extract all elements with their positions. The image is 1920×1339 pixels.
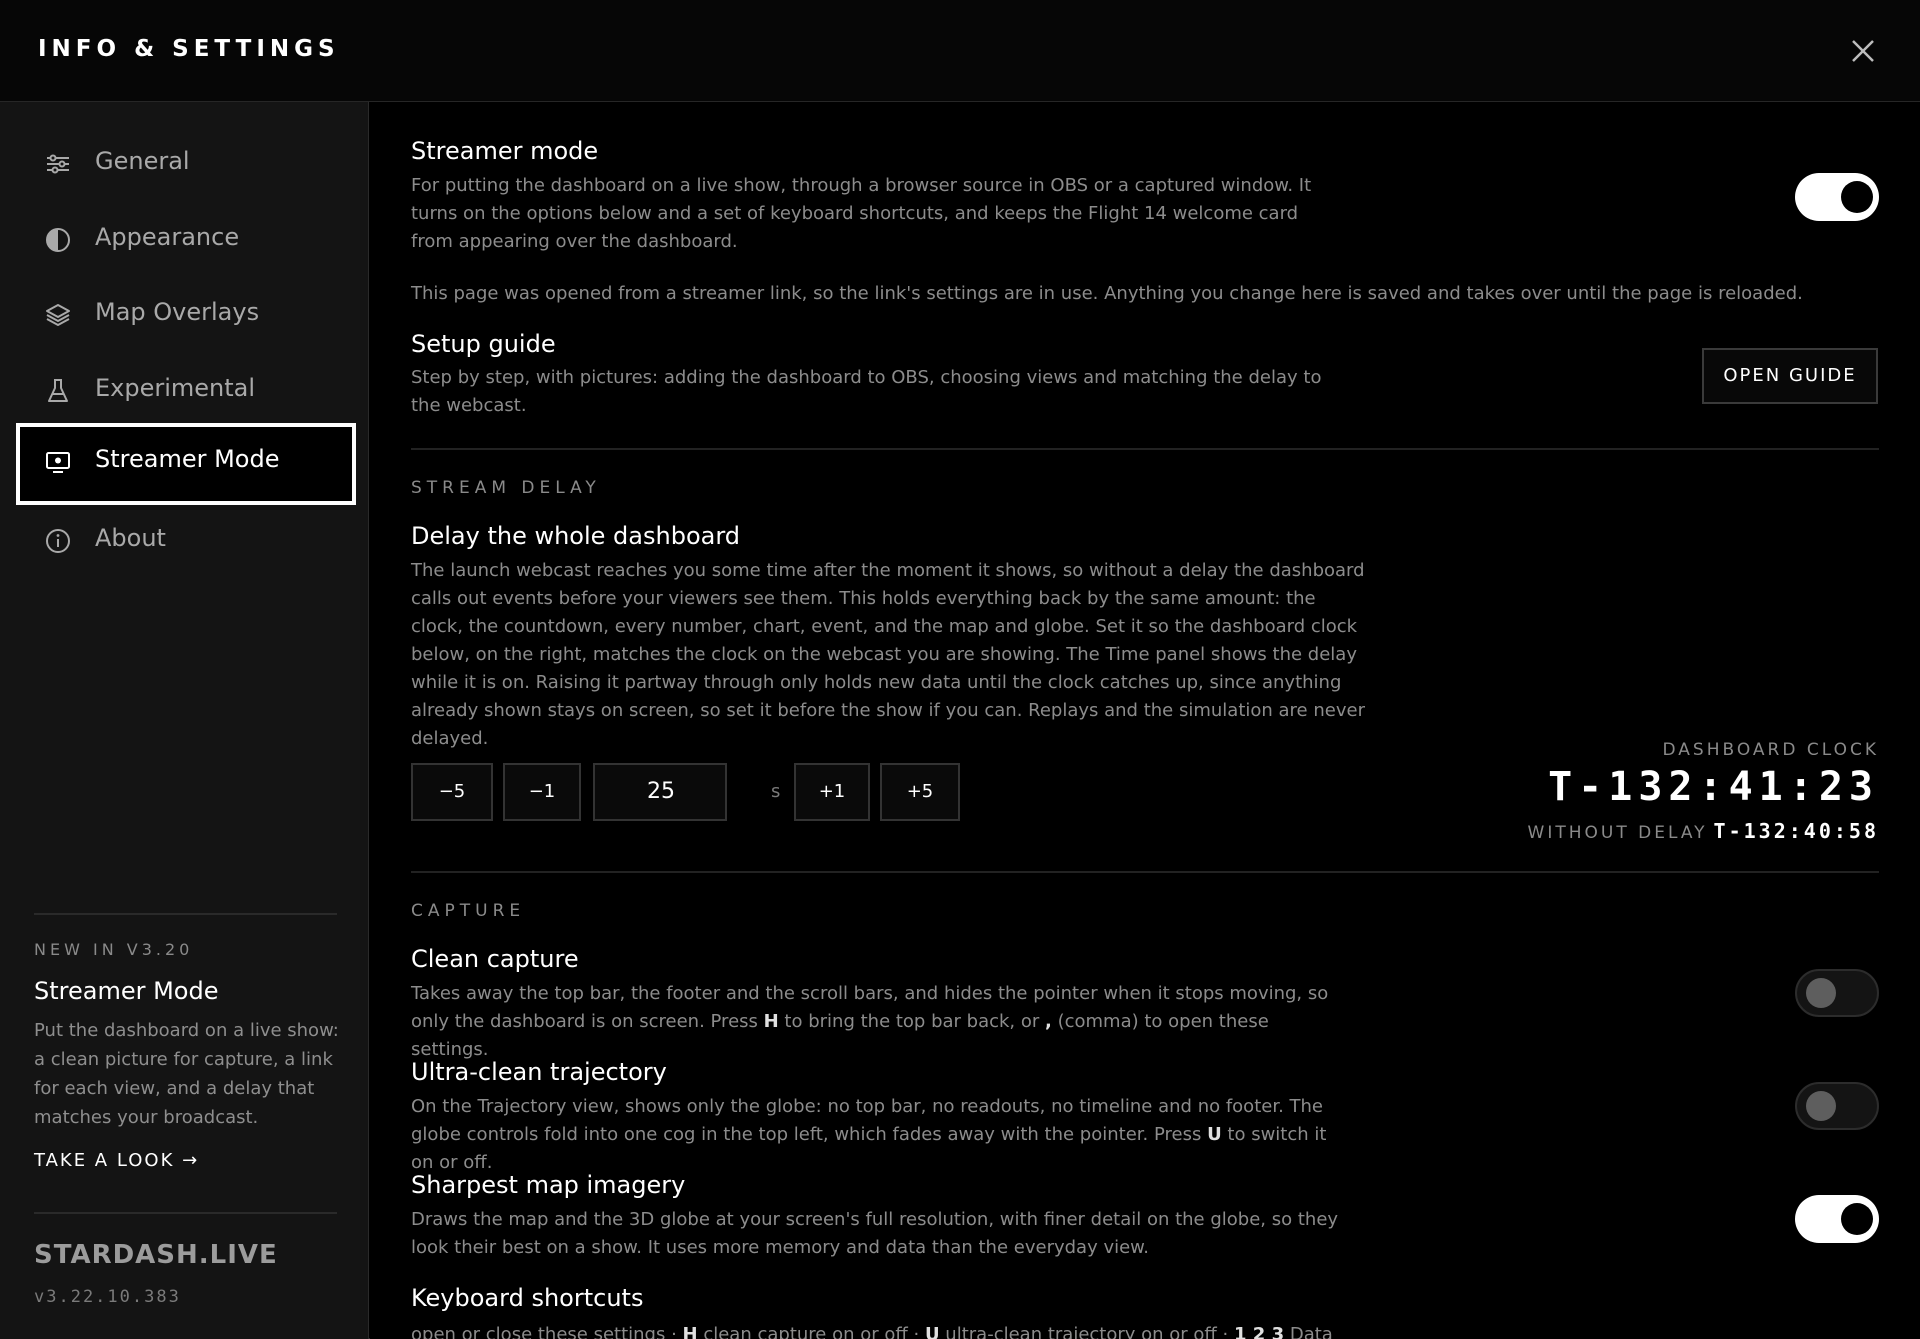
- sharpest-map-description: Draws the map and the 3D globe at your s…: [411, 1209, 1339, 1258]
- ultra-clean-toggle[interactable]: [1795, 1082, 1879, 1130]
- sliders-icon: [44, 150, 72, 178]
- main-panel: Streamer mode For putting the dashboard …: [370, 102, 1920, 1339]
- new-in-label: NEW IN V3.20: [34, 940, 194, 959]
- key-h: H: [763, 1011, 779, 1032]
- delay-title: Delay the whole dashboard: [411, 522, 741, 550]
- ultra-clean-title: Ultra-clean trajectory: [411, 1058, 667, 1086]
- streamer-mode-title: Streamer mode: [411, 137, 599, 165]
- stream-delay-section-label: STREAM DELAY: [411, 478, 601, 498]
- sharpest-map-toggle[interactable]: [1795, 1195, 1879, 1243]
- delay-unit: s: [771, 781, 781, 802]
- toggle-knob: [1806, 1091, 1836, 1121]
- without-delay-label: WITHOUT DELAY: [1527, 823, 1708, 843]
- delay-seconds-input[interactable]: 25: [593, 763, 727, 821]
- delay-minus5-button[interactable]: −5: [411, 763, 493, 821]
- flask-icon: [44, 377, 72, 405]
- setup-guide-description: Step by step, with pictures: adding the …: [411, 367, 1322, 416]
- sidebar-item-label: Map Overlays: [95, 298, 260, 326]
- delay-description: The launch webcast reaches you some time…: [411, 560, 1365, 749]
- sidebar-item-about[interactable]: About: [16, 502, 356, 580]
- close-button[interactable]: [1846, 34, 1880, 68]
- section-divider: [411, 871, 1879, 873]
- toggle-knob: [1841, 181, 1873, 213]
- delay-plus1-button[interactable]: +1: [794, 763, 870, 821]
- without-delay-readout: WITHOUT DELAY T-132:40:58: [1528, 819, 1879, 843]
- toggle-knob: [1841, 1203, 1873, 1235]
- delay-plus5-button[interactable]: +5: [880, 763, 960, 821]
- new-in-description: Put the dashboard on a live show: a clea…: [34, 1020, 339, 1128]
- layers-icon: [44, 301, 72, 329]
- section-divider: [411, 448, 1879, 450]
- dashboard-clock-value: T-132:41:23: [1548, 764, 1879, 810]
- keyboard-shortcuts-list: open or close these settings · H clean c…: [411, 1324, 1333, 1339]
- sidebar-item-experimental[interactable]: Experimental: [16, 352, 356, 430]
- clean-capture-toggle[interactable]: [1795, 969, 1879, 1017]
- toggle-knob: [1806, 978, 1836, 1008]
- sidebar-item-label: About: [95, 524, 166, 552]
- setup-guide-title: Setup guide: [411, 330, 556, 358]
- monitor-icon: [44, 448, 72, 476]
- without-delay-value: T-132:40:58: [1713, 819, 1879, 843]
- sidebar-item-map-overlays[interactable]: Map Overlays: [16, 276, 356, 354]
- sidebar-item-label: General: [95, 147, 190, 175]
- sidebar-item-label: Streamer Mode: [95, 445, 280, 473]
- sidebar: General Appearance Map Overlays Experime…: [0, 102, 369, 1339]
- clean-capture-description: Takes away the top bar, the footer and t…: [411, 983, 1329, 1060]
- streamer-link-note: This page was opened from a streamer lin…: [411, 283, 1803, 304]
- streamer-mode-description: For putting the dashboard on a live show…: [411, 175, 1312, 252]
- delay-minus1-button[interactable]: −1: [503, 763, 581, 821]
- keyboard-shortcuts-title: Keyboard shortcuts: [411, 1284, 644, 1312]
- settings-header: INFO & SETTINGS: [0, 0, 1920, 102]
- open-guide-button[interactable]: OPEN GUIDE: [1702, 348, 1878, 404]
- close-icon: [1852, 40, 1874, 62]
- contrast-icon: [44, 226, 72, 254]
- version-label: v3.22.10.383: [34, 1287, 181, 1307]
- new-in-title: Streamer Mode: [34, 977, 219, 1005]
- sidebar-item-label: Appearance: [95, 223, 240, 251]
- dashboard-clock-label: DASHBOARD CLOCK: [1662, 740, 1879, 760]
- page-title: INFO & SETTINGS: [38, 36, 340, 62]
- sidebar-item-streamer-mode[interactable]: Streamer Mode: [16, 423, 356, 505]
- streamer-mode-toggle[interactable]: [1795, 173, 1879, 221]
- sidebar-divider: [34, 913, 337, 915]
- sharpest-map-title: Sharpest map imagery: [411, 1171, 686, 1199]
- info-icon: [44, 527, 72, 555]
- ultra-clean-description: On the Trajectory view, shows only the g…: [411, 1096, 1327, 1173]
- clean-capture-title: Clean capture: [411, 945, 579, 973]
- key-u: U: [1207, 1124, 1222, 1145]
- sidebar-item-label: Experimental: [95, 374, 256, 402]
- brand-name: STARDASH.LIVE: [34, 1240, 278, 1270]
- sidebar-item-appearance[interactable]: Appearance: [16, 201, 356, 279]
- sidebar-divider: [34, 1212, 337, 1214]
- key-comma: ,: [1045, 1011, 1052, 1032]
- take-a-look-link[interactable]: TAKE A LOOK →: [34, 1150, 199, 1171]
- sidebar-item-general[interactable]: General: [16, 125, 356, 203]
- capture-section-label: CAPTURE: [411, 901, 526, 921]
